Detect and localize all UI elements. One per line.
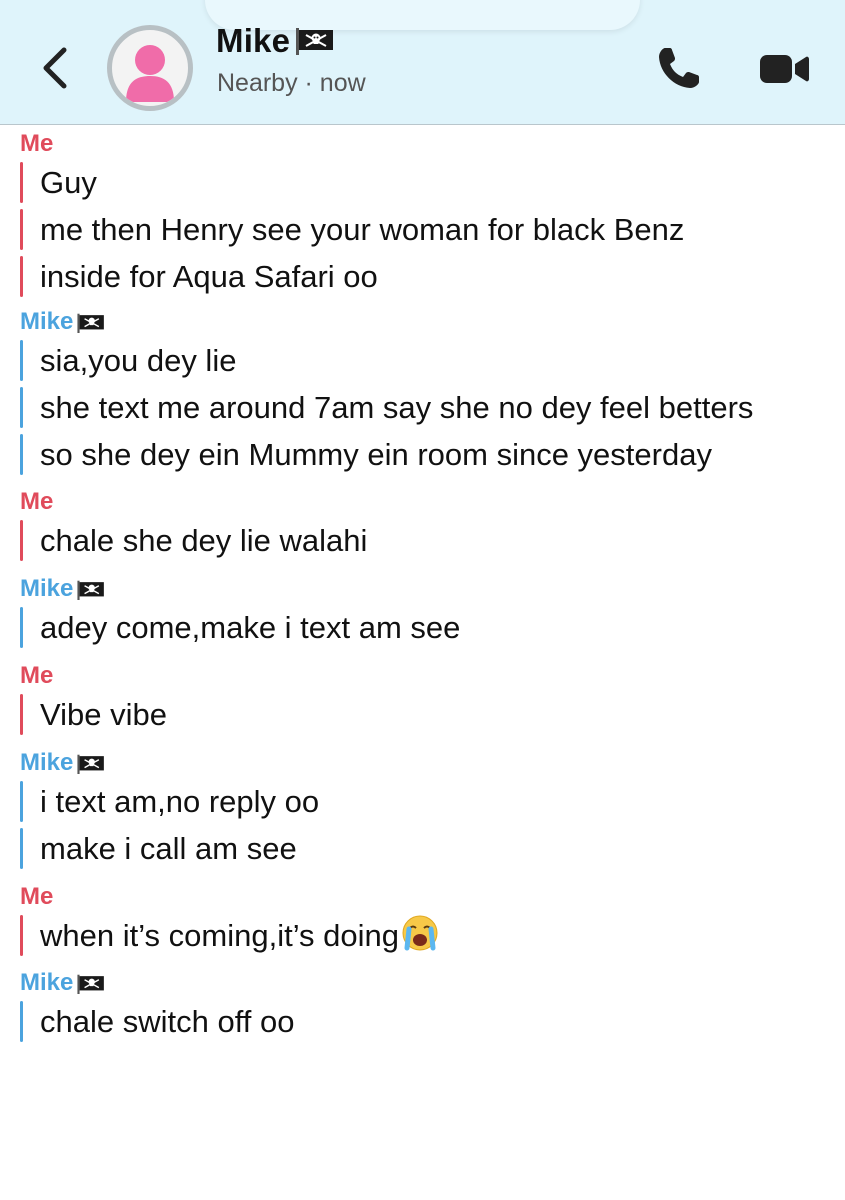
message-text: i text am,no reply oo (40, 784, 320, 819)
sender-name: Mike (20, 749, 74, 776)
message-group: Mike chale switch off oo (0, 968, 845, 1045)
message-group: Me Vibe vibe (0, 661, 845, 738)
contact-name-text: Mike (216, 22, 291, 59)
pirate-flag-icon (296, 28, 334, 55)
message-line[interactable]: chale she dey lie walahi (20, 517, 845, 564)
sender-name: Me (20, 488, 54, 515)
message-text: she text me around 7am say she no dey fe… (40, 390, 754, 425)
message-text: adey come,make i text am see (40, 610, 461, 645)
sender-name: Mike (20, 575, 74, 602)
message-text: Guy (40, 165, 97, 200)
sender-name: Me (20, 662, 54, 689)
message-line[interactable]: Guy (20, 159, 845, 206)
pirate-flag-icon (76, 748, 106, 778)
message-line[interactable]: adey come,make i text am see (20, 604, 845, 651)
message-text: so she dey ein Mummy ein room since yest… (40, 437, 712, 472)
message-text: chale switch off oo (40, 1004, 295, 1039)
sender-label: Me (20, 487, 845, 517)
sender-name: Mike (20, 969, 74, 996)
message-text: when it’s coming,it’s doing (40, 918, 399, 953)
message-list: Me Guy me then Henry see your woman for bl… (0, 124, 845, 1045)
message-lines: Vibe vibe (20, 691, 845, 738)
sender-label: Mike (20, 748, 845, 778)
video-camera-icon[interactable] (758, 50, 810, 88)
contact-name[interactable]: Mike (216, 22, 336, 60)
message-lines: adey come,make i text am see (20, 604, 845, 651)
phone-icon[interactable] (654, 43, 704, 93)
message-lines: i text am,no reply oo make i call am see (20, 778, 845, 872)
message-text: sia,you dey lie (40, 343, 237, 378)
sender-label: Me (20, 129, 845, 159)
avatar[interactable] (107, 25, 193, 111)
sender-label: Me (20, 661, 845, 691)
message-line[interactable]: inside for Aqua Safari oo (20, 253, 845, 300)
message-line[interactable]: sia,you dey lie (20, 337, 845, 384)
sender-name: Me (20, 883, 54, 910)
contact-status: Nearby · now (217, 69, 366, 97)
message-text: inside for Aqua Safari oo (40, 259, 378, 294)
chat-header: Mike Nearby · now (0, 0, 845, 125)
sender-name: Me (20, 130, 54, 157)
message-line[interactable]: Vibe vibe (20, 691, 845, 738)
person-icon (126, 45, 174, 102)
message-line[interactable]: chale switch off oo (20, 998, 845, 1045)
sender-label: Me (20, 882, 845, 912)
pirate-flag-icon (76, 574, 106, 604)
message-group: Me chale she dey lie walahi (0, 487, 845, 564)
message-group: Mike adey come,make i text am see (0, 574, 845, 651)
message-text: chale she dey lie walahi (40, 523, 368, 558)
message-text: make i call am see (40, 831, 297, 866)
pirate-flag-icon (76, 968, 106, 998)
message-line[interactable]: i text am,no reply oo (20, 778, 845, 825)
message-group: Me Guy me then Henry see your woman for bl… (0, 129, 845, 300)
message-lines: when it’s coming,it’s doing (20, 912, 845, 959)
message-line[interactable]: when it’s coming,it’s doing (20, 912, 845, 959)
message-text: me then Henry see your woman for black B… (40, 212, 685, 247)
message-group: Me when it’s coming,it’s doing (0, 882, 845, 959)
message-line[interactable]: me then Henry see your woman for black B… (20, 206, 845, 253)
sender-label: Mike (20, 307, 845, 337)
message-group: Mike i text am,no reply oo make i call am … (0, 748, 845, 872)
message-lines: chale switch off oo (20, 998, 845, 1045)
sender-label: Mike (20, 574, 845, 604)
message-line[interactable]: so she dey ein Mummy ein room since yest… (20, 431, 845, 478)
message-lines: Guy me then Henry see your woman for blac… (20, 159, 845, 300)
message-lines: sia,you dey lie she text me around 7am sa… (20, 337, 845, 478)
pirate-flag-icon (76, 307, 106, 337)
sender-name: Mike (20, 308, 74, 335)
message-text: Vibe vibe (40, 697, 167, 732)
crying-face-icon (399, 915, 439, 953)
message-line[interactable]: she text me around 7am say she no dey fe… (20, 384, 845, 431)
chevron-left-icon[interactable] (38, 44, 72, 92)
sender-label: Mike (20, 968, 845, 998)
message-lines: chale she dey lie walahi (20, 517, 845, 564)
message-group: Mike sia,you dey lie she text me around 7a… (0, 307, 845, 478)
message-line[interactable]: make i call am see (20, 825, 845, 872)
